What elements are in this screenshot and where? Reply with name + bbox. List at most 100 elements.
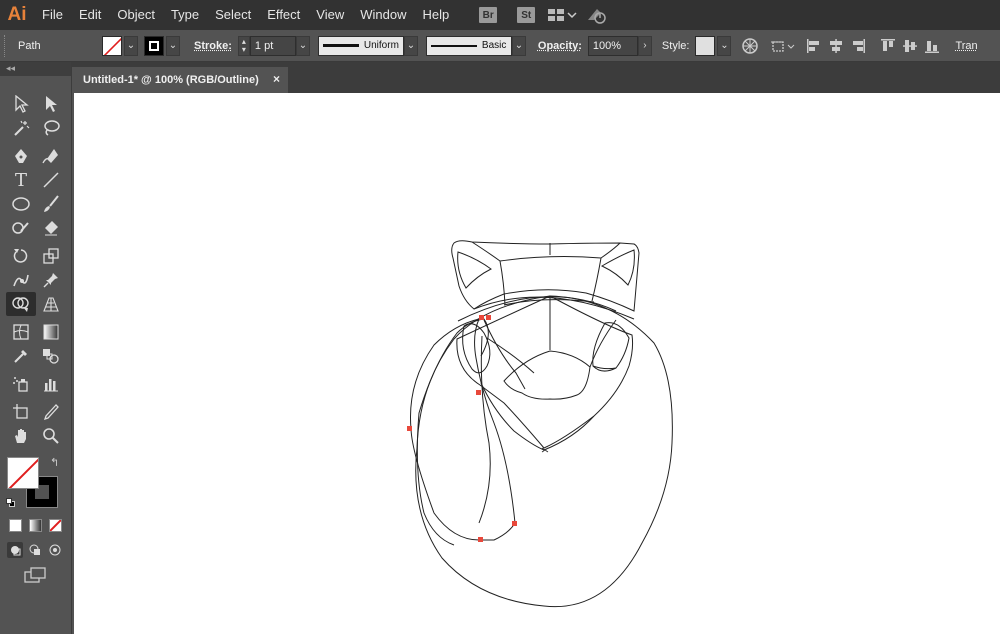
menu-effect[interactable]: Effect [259, 0, 308, 30]
brush-line-sample [430, 44, 477, 47]
opacity-expand-icon[interactable]: › [637, 35, 652, 56]
pin-icon[interactable] [36, 268, 66, 292]
transform-label[interactable]: Tran [949, 40, 983, 52]
ellipse-tool-icon[interactable] [6, 192, 36, 216]
scale-tool-icon[interactable] [36, 244, 66, 268]
align-bottom-icon[interactable] [921, 35, 943, 57]
stroke-stepper[interactable]: ▴ ▾ [237, 35, 250, 56]
profile-label: Uniform [363, 40, 399, 51]
tools-panel: ◂◂ T ↰ [0, 62, 72, 634]
mesh-tool-icon[interactable] [6, 320, 36, 344]
stroke-line-sample [322, 44, 359, 47]
menu-type[interactable]: Type [163, 0, 207, 30]
align-right-icon[interactable] [847, 35, 869, 57]
default-fill-stroke-icon[interactable] [6, 498, 16, 508]
panel-grip[interactable] [4, 34, 10, 57]
left-eye-patch [462, 323, 491, 374]
type-tool-icon[interactable]: T [6, 168, 36, 192]
style-label: Style: [661, 39, 690, 52]
eyedropper-tool-icon[interactable] [6, 344, 36, 368]
selection-tool-icon[interactable] [6, 92, 36, 116]
artwork-outline [407, 240, 673, 608]
column-graph-tool-icon[interactable] [36, 372, 66, 396]
right-eye-patch [592, 322, 630, 372]
blend-tool-icon[interactable] [36, 344, 66, 368]
brush-chevron-icon[interactable]: ⌄ [511, 35, 526, 56]
draw-behind-icon[interactable] [27, 542, 43, 558]
close-icon[interactable]: × [273, 72, 280, 86]
artboard-canvas[interactable] [74, 93, 1000, 634]
style-chevron-icon[interactable]: ⌄ [717, 35, 732, 56]
stroke-swatch[interactable] [144, 35, 164, 56]
draw-normal-icon[interactable] [7, 542, 23, 558]
body-outline [415, 295, 673, 608]
document-tab-strip: Untitled-1* @ 100% (RGB/Outline) × [72, 62, 1000, 93]
direct-selection-tool-icon[interactable] [36, 92, 66, 116]
brush-label: Basic [481, 40, 507, 51]
magic-wand-tool-icon[interactable] [6, 116, 36, 140]
line-segment-tool-icon[interactable] [36, 168, 66, 192]
fill-dropdown-chevron-icon[interactable]: ⌄ [124, 35, 138, 56]
align-top-icon[interactable] [877, 35, 899, 57]
draw-inside-icon[interactable] [47, 542, 63, 558]
hand-tool-icon[interactable] [6, 424, 36, 448]
document-tab[interactable]: Untitled-1* @ 100% (RGB/Outline) × [72, 67, 288, 93]
align-horizontal-center-icon[interactable] [825, 35, 847, 57]
control-bar: Path ⌄ ⌄ Stroke: ▴ ▾ 1 pt ⌄ Uniform ⌄ Bas… [0, 30, 1000, 62]
symbol-sprayer-tool-icon[interactable] [6, 372, 36, 396]
menu-help[interactable]: Help [414, 0, 457, 30]
paintbrush-tool-icon[interactable] [36, 192, 66, 216]
align-to-icon[interactable] [769, 35, 797, 57]
color-mode-gradient[interactable] [29, 519, 42, 532]
screen-mode-icon[interactable] [24, 567, 48, 587]
eraser-tool-icon[interactable] [36, 216, 66, 240]
align-vertical-center-icon[interactable] [899, 35, 921, 57]
gradient-tool-icon[interactable] [36, 320, 66, 344]
shaper-tool-icon[interactable] [6, 216, 36, 240]
brush-definition[interactable]: Basic [425, 35, 512, 56]
pen-tool-icon[interactable] [6, 144, 36, 168]
slice-tool-icon[interactable] [36, 400, 66, 424]
opacity-label[interactable]: Opacity: [532, 40, 588, 52]
stock-button[interactable]: St [517, 7, 536, 23]
app-logo: Ai [7, 4, 27, 25]
stroke-weight-field[interactable]: 1 pt [249, 35, 296, 56]
fill-swatch[interactable] [102, 35, 122, 56]
panel-collapse-toggle[interactable]: ◂◂ [0, 62, 71, 76]
menu-select[interactable]: Select [207, 0, 259, 30]
opacity-field[interactable]: 100% [587, 35, 638, 56]
artboard-tool-icon[interactable] [6, 400, 36, 424]
zoom-tool-icon[interactable] [36, 424, 66, 448]
align-left-icon[interactable] [803, 35, 825, 57]
menu-view[interactable]: View [308, 0, 352, 30]
color-mode-solid[interactable] [9, 519, 22, 532]
bridge-button[interactable]: Br [479, 7, 498, 23]
gpu-performance-icon[interactable] [579, 0, 613, 30]
menu-object[interactable]: Object [109, 0, 163, 30]
shape-builder-tool-icon[interactable] [6, 292, 36, 316]
menu-window[interactable]: Window [352, 0, 414, 30]
arrange-documents-icon[interactable] [545, 0, 579, 30]
menu-edit[interactable]: Edit [71, 0, 109, 30]
tail-path [410, 318, 516, 541]
puppet-warp-tool-icon[interactable] [6, 268, 36, 292]
swap-fill-stroke-icon[interactable]: ↰ [50, 456, 59, 469]
perspective-grid-tool-icon[interactable] [36, 292, 66, 316]
lasso-tool-icon[interactable] [36, 116, 66, 140]
profile-chevron-icon[interactable]: ⌄ [403, 35, 418, 56]
stroke-label[interactable]: Stroke: [188, 40, 238, 52]
graphic-style-swatch[interactable] [695, 35, 716, 56]
document-tab-title: Untitled-1* @ 100% (RGB/Outline) [83, 74, 259, 86]
curvature-tool-icon[interactable] [36, 144, 66, 168]
stroke-dropdown-chevron-icon[interactable]: ⌄ [166, 35, 180, 56]
selected-anchor-points [407, 315, 517, 542]
variable-width-profile[interactable]: Uniform [317, 35, 404, 56]
recolor-artwork-icon[interactable] [739, 35, 761, 57]
fill-color-box[interactable] [7, 457, 39, 489]
rotate-tool-icon[interactable] [6, 244, 36, 268]
fill-stroke-widget[interactable]: ↰ [6, 456, 62, 512]
color-mode-none[interactable] [49, 519, 62, 532]
right-ear [600, 249, 635, 286]
stroke-weight-chevron-icon[interactable]: ⌄ [295, 35, 310, 56]
menu-file[interactable]: File [34, 0, 71, 30]
